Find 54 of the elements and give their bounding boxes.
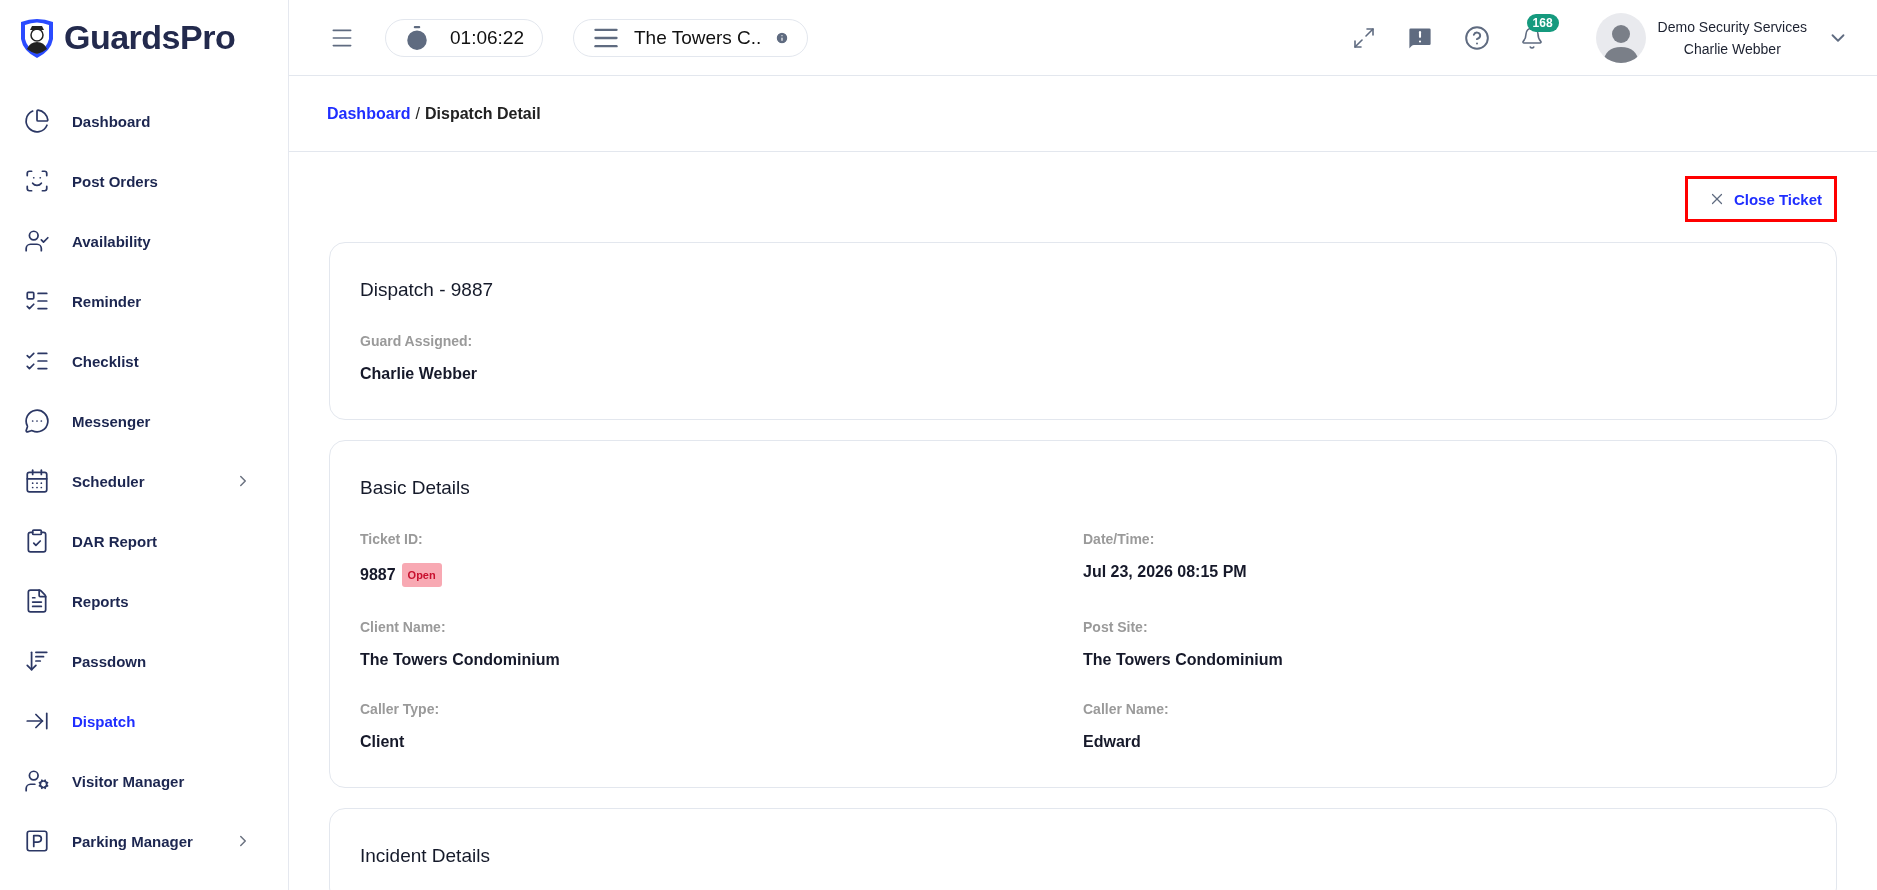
field-label: Caller Type: (360, 701, 441, 717)
info-icon (775, 30, 790, 45)
company-name: Demo Security Services (1657, 18, 1807, 35)
status-badge: Open (401, 563, 442, 587)
field-value: Jul 23, 2026 08:15 PM (1083, 563, 1247, 581)
sidebar-item[interactable]: Checklist (0, 331, 288, 391)
card-title: Incident Details (360, 845, 491, 867)
logo-text: GuardsPro (64, 18, 236, 57)
sidebar-item[interactable]: Reminder (0, 271, 288, 331)
clipboard-icon (24, 528, 50, 554)
field-value: The Towers Condominium (360, 651, 560, 669)
sidebar-item[interactable]: Visitor Manager (0, 751, 288, 811)
field-label: Guard Assigned: (360, 333, 474, 349)
field-value: 9887 (360, 566, 396, 584)
sidebar-item[interactable]: Scheduler (0, 451, 288, 511)
pie-chart-icon (24, 108, 50, 134)
sidebar-item[interactable]: Post Orders (0, 151, 288, 211)
parking-icon (24, 828, 50, 854)
calendar-icon (24, 468, 50, 494)
breadcrumb-link[interactable]: Dashboard (327, 104, 411, 123)
sidebar-item[interactable]: Dispatch (0, 691, 288, 751)
close-ticket-button[interactable]: Close Ticket (1684, 176, 1837, 222)
field-value: Charlie Webber (360, 365, 478, 383)
sidebar-item[interactable]: Passdown (0, 631, 288, 691)
notifications-button[interactable]: 168 (1519, 13, 1566, 50)
sidebar-item[interactable]: Messenger (0, 391, 288, 451)
user-gear-icon (24, 768, 50, 794)
field-value: Client (360, 733, 405, 751)
field-label: Caller Name: (1083, 701, 1170, 717)
field-label: Ticket ID: (360, 531, 424, 547)
sort-down-icon (24, 648, 50, 674)
sidebar-item[interactable]: Reports (0, 571, 288, 631)
sidebar-item[interactable]: Availability (0, 211, 288, 271)
stopwatch-icon (404, 24, 430, 51)
user-check-icon (24, 228, 50, 254)
card-title: Basic Details (360, 477, 471, 499)
card-title: Dispatch - 9887 (360, 279, 495, 301)
fullscreen-button[interactable] (1351, 25, 1376, 50)
user-name: Charlie Webber (1683, 40, 1781, 57)
field-label: Client Name: (360, 619, 447, 635)
field-label: Post Site: (1083, 619, 1149, 635)
sidebar-item[interactable]: DAR Report (0, 511, 288, 571)
help-button[interactable] (1463, 24, 1490, 51)
field-value: Edward (1083, 733, 1141, 751)
field-label: Date/Time: (1083, 531, 1156, 547)
chat-bubble-icon (24, 408, 50, 434)
sidebar-item[interactable]: Dashboard (0, 91, 288, 151)
document-icon (24, 588, 50, 614)
notification-count: 168 (1526, 13, 1559, 32)
breadcrumb-separator: / (415, 104, 421, 123)
field-value: The Towers Condominium (1083, 651, 1283, 669)
shield-logo-icon (18, 16, 56, 59)
breadcrumb-current: Dispatch Detail (425, 104, 541, 123)
sidebar-item[interactable]: Parking Manager (0, 811, 288, 871)
